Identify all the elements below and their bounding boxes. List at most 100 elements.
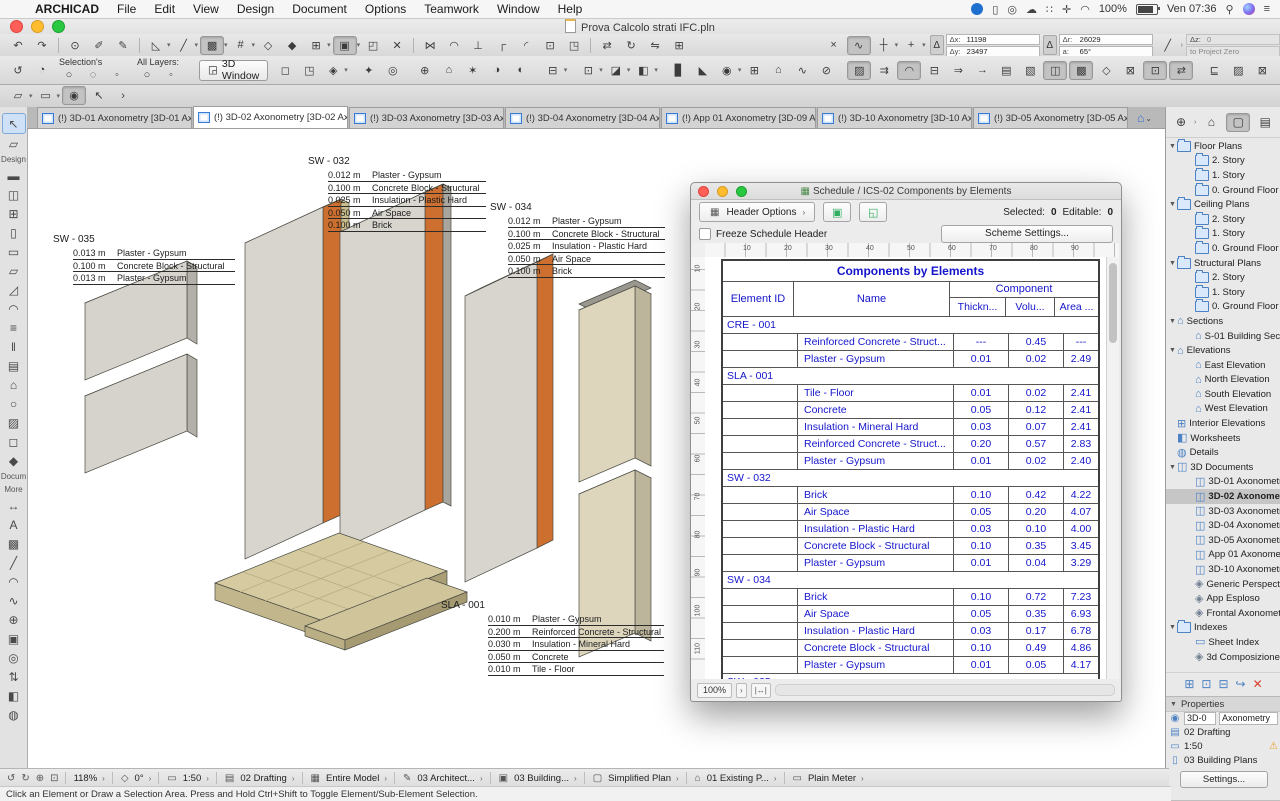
- dimension-style-icon[interactable]: ◰: [362, 37, 384, 54]
- schedule-group-sw-032[interactable]: SW - 032: [723, 470, 1098, 487]
- schedule-row[interactable]: Plaster - Gypsum0.010.022.49: [723, 351, 1098, 368]
- tree-item-south-elevation[interactable]: ⌂South Elevation: [1166, 387, 1280, 402]
- store-selection-icon[interactable]: ○: [58, 67, 80, 84]
- sun-study-icon[interactable]: ✶: [462, 62, 484, 79]
- tree-item-2-story[interactable]: 2. Story: [1166, 154, 1280, 169]
- schedule-row[interactable]: Plaster - Gypsum0.010.022.40: [723, 453, 1098, 470]
- home-settings-icon[interactable]: ⌂: [767, 62, 789, 79]
- more-tools-icon[interactable]: ›: [112, 87, 134, 104]
- fit-width-button[interactable]: |↔|: [751, 683, 771, 698]
- zoom-menu-button[interactable]: ›: [736, 683, 747, 698]
- tree-item-s-01-building-section[interactable]: ⌂S-01 Building Section: [1166, 329, 1280, 344]
- menu-design[interactable]: Design: [228, 2, 283, 16]
- tree-item-3d-02-axonometry[interactable]: ◫3D-02 Axonometry: [1166, 489, 1280, 504]
- thin-lines-icon[interactable]: ⇒: [947, 62, 969, 79]
- schedule-row[interactable]: Plaster - Gypsum0.010.043.29: [723, 555, 1098, 572]
- undo-icon[interactable]: ↶: [7, 37, 29, 54]
- zoom-level-control[interactable]: 118%›: [71, 773, 107, 784]
- paint-bucket-icon[interactable]: ◣: [692, 62, 714, 79]
- schedule-row[interactable]: Plaster - Gypsum0.010.054.17: [723, 657, 1098, 674]
- cover-fill-icon[interactable]: ▧: [1019, 62, 1041, 79]
- search-elements-icon[interactable]: ⊙: [64, 37, 86, 54]
- dimensions-display-icon[interactable]: ⇄: [1169, 61, 1193, 80]
- schedule-row[interactable]: Reinforced Concrete - Struct...0.200.572…: [723, 436, 1098, 453]
- delta-x-field[interactable]: Δx:11198: [946, 34, 1040, 45]
- settings-button[interactable]: Settings...: [1180, 771, 1268, 788]
- marquee-tool-icon[interactable]: ▱: [3, 134, 25, 153]
- delta-z-field[interactable]: Δz:0: [1186, 34, 1280, 45]
- structure-display-control[interactable]: ▦Entire Model›: [308, 773, 389, 784]
- tree-item-elevations[interactable]: ▼⌂Elevations: [1166, 343, 1280, 358]
- zoom-fit-icon[interactable]: ⊡: [50, 773, 58, 784]
- column-element-id[interactable]: Element ID: [723, 282, 794, 316]
- angle-field[interactable]: a:65°: [1059, 46, 1153, 57]
- rect-select-icon[interactable]: ▭: [35, 87, 57, 104]
- model-view-options-control[interactable]: ▣03 Building...›: [496, 773, 579, 784]
- schedule-row[interactable]: Insulation - Plastic Hard0.030.104.00: [723, 521, 1098, 538]
- column-volume[interactable]: Volu...: [1006, 298, 1055, 316]
- morph-tool-icon[interactable]: ◆: [3, 451, 25, 470]
- mesh-tool-icon[interactable]: ▨: [3, 413, 25, 432]
- sun-icon[interactable]: ◐: [510, 62, 532, 79]
- arrow-tool-icon[interactable]: ↖: [2, 113, 26, 134]
- schedule-row[interactable]: Brick0.100.424.22: [723, 487, 1098, 504]
- elevation-slash-icon[interactable]: ╱: [1157, 37, 1179, 54]
- copy-view-settings-icon[interactable]: ⊞: [743, 62, 765, 79]
- curtain-wall-tool-icon[interactable]: ▤: [3, 356, 25, 375]
- scale-row[interactable]: ▭ 1:50 ⚠: [1166, 739, 1280, 753]
- drafting-fill-icon[interactable]: ▤: [995, 62, 1017, 79]
- tree-item-floor-plans[interactable]: ▼Floor Plans: [1166, 139, 1280, 154]
- spotlight-icon[interactable]: ⚲: [1226, 3, 1234, 16]
- roof-tool-icon[interactable]: ◿: [3, 280, 25, 299]
- snap-guides-icon[interactable]: ▩: [200, 36, 224, 55]
- disclosure-arrow-icon[interactable]: ▼: [1168, 464, 1177, 471]
- clone-view-icon[interactable]: ⊟: [542, 62, 564, 79]
- worksheet-tool-icon[interactable]: ◧: [3, 686, 25, 705]
- marquee-3d-dropdown[interactable]: ▾: [599, 66, 603, 74]
- magic-wand-icon[interactable]: ▣: [333, 36, 357, 55]
- camera-icon[interactable]: ◉: [716, 62, 738, 79]
- split-icon[interactable]: ◠: [443, 37, 465, 54]
- pen-set-row[interactable]: ▯ 03 Building Plans: [1166, 753, 1280, 767]
- menu-help[interactable]: Help: [549, 2, 592, 16]
- add-coordinate-dropdown[interactable]: ▾: [922, 41, 926, 49]
- group-icon[interactable]: ◳: [563, 37, 585, 54]
- menu-file[interactable]: File: [108, 2, 145, 16]
- menu-edit[interactable]: Edit: [145, 2, 184, 16]
- schedule-horizontal-scrollbar[interactable]: [775, 684, 1115, 696]
- tree-item-sections[interactable]: ▼⌂Sections: [1166, 314, 1280, 329]
- schedule-vertical-scrollbar[interactable]: [1106, 257, 1119, 679]
- tree-item-0-ground-floor[interactable]: 0. Ground Floor: [1166, 241, 1280, 256]
- schedule-row[interactable]: Air Space0.050.356.93: [723, 606, 1098, 623]
- move-icon[interactable]: ⇄: [596, 37, 618, 54]
- schedule-row[interactable]: Air Space0.050.204.07: [723, 504, 1098, 521]
- fit-in-window-icon[interactable]: ⊕: [414, 62, 436, 79]
- marker-icon[interactable]: ◆: [281, 37, 303, 54]
- polyline-tool-icon[interactable]: ∿: [3, 591, 25, 610]
- navigator-pin-dropdown[interactable]: ›: [1194, 119, 1196, 126]
- perspective-cube-icon[interactable]: ◳: [298, 62, 320, 79]
- tree-item-north-elevation[interactable]: ⌂North Elevation: [1166, 373, 1280, 388]
- home-view-icon[interactable]: ⌂: [438, 62, 460, 79]
- menu-options[interactable]: Options: [356, 2, 415, 16]
- camera-dropdown[interactable]: ▾: [738, 66, 742, 74]
- schedule-row[interactable]: Concrete Block - Structural0.100.353.45: [723, 538, 1098, 555]
- tab-app-01-axonometry-3d-09-axon[interactable]: (!) App 01 Axonometry [3D-09 Axon...: [661, 107, 816, 128]
- select-all-button[interactable]: ▣: [823, 202, 851, 222]
- schedule-group-sla-001[interactable]: SLA - 001: [723, 368, 1098, 385]
- tab-3d-10-axonometry-3d-10-axono[interactable]: (!) 3D-10 Axonometry [3D-10 Axono...: [817, 107, 972, 128]
- tree-item-3d-01-axonometry[interactable]: ◫3D-01 Axonometry: [1166, 475, 1280, 490]
- favorites-dropdown[interactable]: ▾: [327, 41, 331, 49]
- view-name-field[interactable]: Axonometry: [1219, 712, 1278, 725]
- tab-3d-02-axonometry-3d-02-axon[interactable]: (!) 3D-02 Axonometry [3D-02 Axon...: [193, 106, 348, 128]
- menu-teamwork[interactable]: Teamwork: [415, 2, 488, 16]
- freeze-header-checkbox[interactable]: [699, 228, 711, 240]
- disclosure-arrow-icon[interactable]: ▼: [1168, 347, 1177, 354]
- view-id-field[interactable]: 3D-0: [1184, 712, 1216, 725]
- tree-item-3d-03-axonometry[interactable]: ◫3D-03 Axonometry: [1166, 504, 1280, 519]
- lamp-tool-icon[interactable]: ○: [3, 394, 25, 413]
- tree-item-2-story[interactable]: 2. Story: [1166, 270, 1280, 285]
- schedule-row[interactable]: Concrete0.050.122.41: [723, 402, 1098, 419]
- tree-item-3d-documents[interactable]: ▼◫3D Documents: [1166, 460, 1280, 475]
- intersect-icon[interactable]: ┌: [491, 37, 513, 54]
